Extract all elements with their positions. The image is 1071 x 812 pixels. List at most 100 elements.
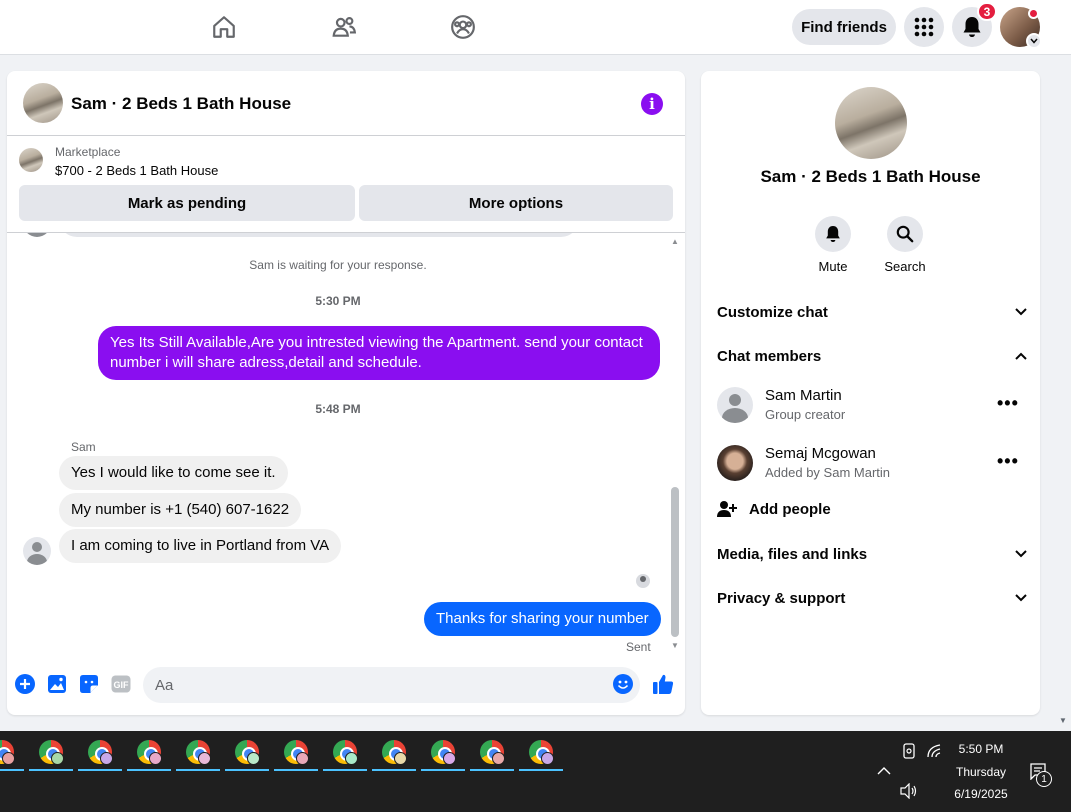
scrollbar-thumb[interactable] [671,487,679,637]
bell-icon [815,216,851,252]
mute-label: Mute [818,259,848,274]
media-files-links-label: Media, files and links [717,545,868,563]
sticker-icon[interactable] [79,674,99,694]
mark-as-pending-button[interactable]: Mark as pending [19,185,355,221]
emoji-icon[interactable] [613,674,633,694]
gif-icon[interactable]: GIF [111,674,131,694]
photo-icon[interactable] [47,674,67,694]
previous-message-avatar [23,233,51,237]
listing-title[interactable]: $700 - 2 Beds 1 Bath House [55,163,218,178]
marketplace-label: Marketplace [55,145,121,159]
chrome-taskbar-icon[interactable] [519,740,563,772]
conversation-info-panel: Sam · 2 Beds 1 Bath House Mute Search Cu… [701,71,1040,715]
taskbar: 5:50 PM Thursday 6/19/2025 1 [0,731,1071,812]
chat-header: Sam · 2 Beds 1 Bath House i [7,71,685,136]
incoming-message-bubble[interactable]: My number is +1 (540) 607-1622 [59,493,302,527]
page-scroll-down-arrow-icon[interactable]: ▼ [1059,716,1067,725]
sender-name: Sam [71,440,96,454]
chat-member-item[interactable]: Sam Martin Group creator ••• [717,387,1027,427]
svg-text:GIF: GIF [114,680,130,690]
chrome-taskbar-icon[interactable] [274,740,318,772]
chrome-taskbar-icon[interactable] [127,740,171,772]
volume-icon[interactable] [900,783,918,799]
wifi-icon[interactable] [926,743,942,759]
chrome-taskbar-icon[interactable] [470,740,514,772]
waiting-notice: Sam is waiting for your response. [249,258,427,272]
incoming-message-bubble[interactable]: I am coming to live in Portland from VA [59,529,342,563]
customize-chat-row[interactable]: Customize chat [717,300,1027,324]
incoming-message-bubble[interactable]: Yes I would like to come see it. [59,456,288,490]
chevron-up-icon[interactable] [877,766,891,776]
privacy-support-row[interactable]: Privacy & support [717,586,1027,610]
sender-avatar[interactable] [23,537,51,565]
profile-status-dot [1028,8,1039,19]
message-composer: GIF Aa [7,653,685,715]
search-icon [887,216,923,252]
scroll-down-arrow-icon[interactable]: ▼ [671,641,679,650]
conversation-name: Sam · 2 Beds 1 Bath House [760,167,981,186]
home-icon[interactable] [209,12,239,42]
clock-date[interactable]: 6/19/2025 [946,787,1016,801]
timestamp-separator: 5:30 PM [315,294,361,308]
listing-thumbnail[interactable] [19,148,43,172]
chat-panel: Sam · 2 Beds 1 Bath House i Marketplace … [7,71,685,715]
member-name: Sam Martin [765,387,842,404]
friends-icon[interactable] [329,12,359,42]
groups-icon[interactable] [448,12,478,42]
search-button[interactable]: Search [875,216,935,274]
chevron-down-icon [1015,594,1027,602]
member-role: Group creator [765,407,846,422]
scroll-up-arrow-icon[interactable]: ▲ [671,237,679,246]
conversation-photo[interactable] [835,87,907,159]
chat-members-row[interactable]: Chat members [717,344,1027,368]
chevron-down-icon[interactable] [1026,33,1042,49]
find-friends-button[interactable]: Find friends [792,9,896,45]
add-people-label: Add people [749,500,831,518]
clock-day[interactable]: Thursday [946,765,1016,779]
more-options-icon[interactable]: ••• [997,393,1019,414]
chrome-taskbar-icon[interactable] [78,740,122,772]
add-plus-icon[interactable] [15,674,35,694]
chrome-taskbar-icon[interactable] [421,740,465,772]
message-list: Sam is waiting for your response. 5:30 P… [7,233,685,653]
chrome-taskbar-icon[interactable] [29,740,73,772]
more-options-button[interactable]: More options [359,185,673,221]
chat-thumbnail[interactable] [23,83,63,123]
member-name: Semaj Mcgowan [765,445,876,462]
timestamp-separator: 5:48 PM [315,402,361,416]
chrome-taskbar-icon[interactable] [372,740,416,772]
more-options-icon[interactable]: ••• [997,451,1019,472]
chrome-taskbar-icon[interactable] [225,740,269,772]
media-files-links-row[interactable]: Media, files and links [717,542,1027,566]
chrome-taskbar-icon[interactable] [176,740,220,772]
seen-receipt-avatar [636,574,650,588]
chevron-up-icon [1015,352,1027,360]
notification-center-badge: 1 [1036,771,1052,787]
chrome-taskbar-icon[interactable] [323,740,367,772]
mute-button[interactable]: Mute [803,216,863,274]
member-avatar [717,445,753,481]
chevron-down-icon [1015,308,1027,316]
member-avatar [717,387,753,423]
chrome-taskbar-icon[interactable] [0,740,24,772]
outgoing-message-bubble[interactable]: Thanks for sharing your number [424,602,661,636]
outgoing-message-bubble[interactable]: Yes Its Still Available,Are you intreste… [98,326,660,380]
camera-icon[interactable] [902,743,916,759]
thumbs-up-icon[interactable] [652,674,674,694]
sent-status: Sent [626,640,651,653]
message-input[interactable]: Aa [143,667,640,703]
member-role: Added by Sam Martin [765,465,891,480]
add-people-button[interactable]: Add people [717,500,831,518]
previous-message-bubble [59,233,579,237]
customize-chat-label: Customize chat [717,303,828,321]
chat-member-item[interactable]: Semaj Mcgowan Added by Sam Martin ••• [717,445,1027,485]
menu-grid-icon[interactable] [904,7,944,47]
notification-count-badge: 3 [977,2,997,21]
top-nav-bar: Find friends 3 [0,0,1071,55]
chat-title[interactable]: Sam · 2 Beds 1 Bath House [71,94,291,114]
info-icon[interactable]: i [641,93,663,115]
add-person-icon [717,501,737,517]
chat-members-label: Chat members [717,347,822,365]
clock-time[interactable]: 5:50 PM [946,742,1016,756]
privacy-support-label: Privacy & support [717,589,846,607]
